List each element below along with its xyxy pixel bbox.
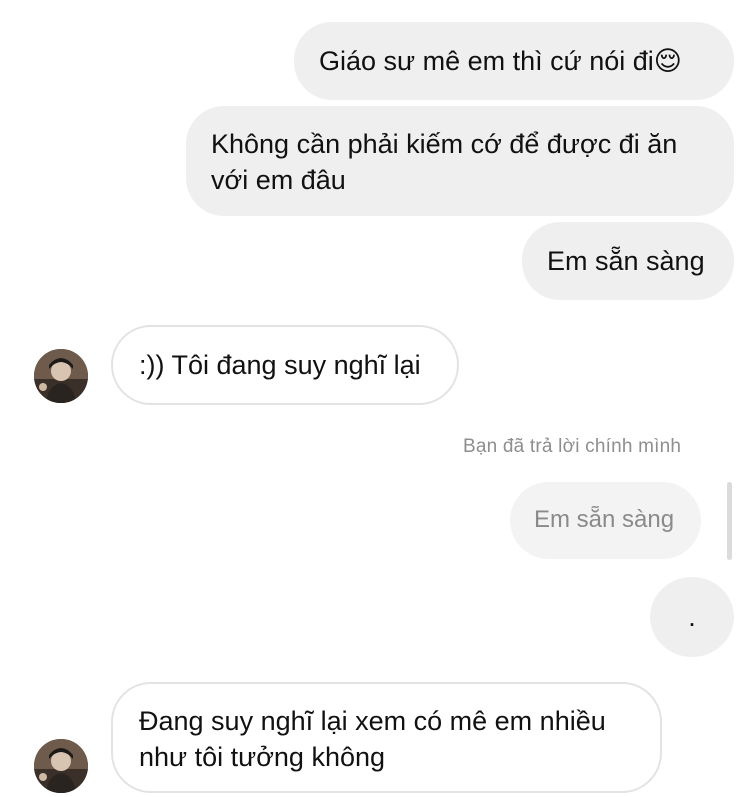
reply-indicator-bar [727,482,732,560]
quoted-text: Em sẵn sàng [534,506,675,533]
sent-message[interactable]: Em sẵn sàng [522,222,734,300]
message-text: . [688,602,696,632]
contact-avatar[interactable] [34,349,88,403]
sent-message[interactable]: Không cần phải kiếm cớ để được đi ăn với… [186,106,734,216]
received-message[interactable]: Đang suy nghĩ lại xem có mê em nhiều như… [111,682,662,793]
quoted-message[interactable]: Em sẵn sàng [510,482,701,559]
reply-label: Bạn đã trả lời chính mình [463,436,682,457]
received-message[interactable]: :)) Tôi đang suy nghĩ lại [111,325,459,405]
sent-message[interactable]: . [650,577,734,657]
message-text: Không cần phải kiếm cớ để được đi ăn với… [211,129,678,195]
message-text: Giáo sư mê em thì cứ nói đi😌 [319,46,682,76]
message-text: Đang suy nghĩ lại xem có mê em nhiều như… [139,706,606,772]
avatar-photo-icon [34,739,88,793]
message-text: :)) Tôi đang suy nghĩ lại [139,350,421,380]
avatar-photo-icon [34,349,88,403]
message-text: Em sẵn sàng [547,246,705,276]
sent-message[interactable]: Giáo sư mê em thì cứ nói đi😌 [294,22,734,100]
contact-avatar[interactable] [34,739,88,793]
chat-thread: Giáo sư mê em thì cứ nói đi😌 Không cần p… [0,0,750,797]
